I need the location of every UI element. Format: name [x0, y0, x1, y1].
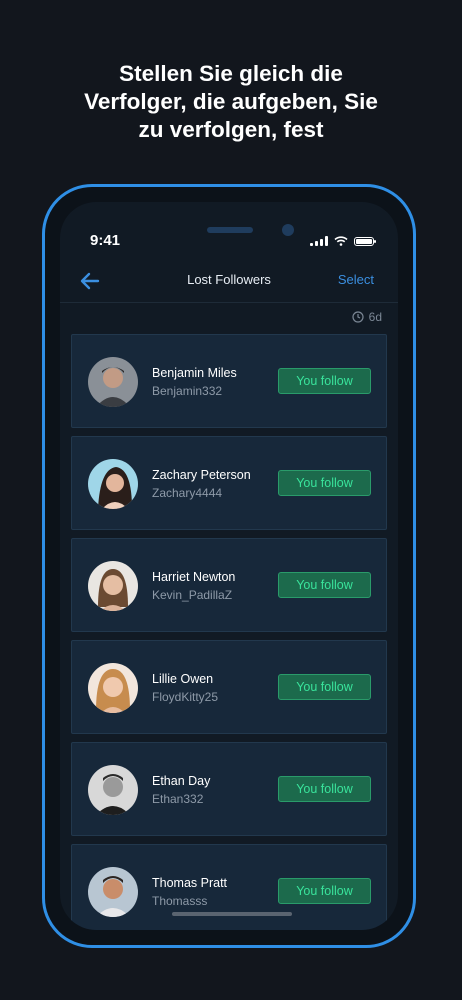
speaker-grille	[207, 227, 253, 233]
follower-handle: Benjamin332	[152, 384, 223, 398]
lost-followers-list: Benjamin Miles Benjamin332 You follow Za…	[71, 334, 387, 930]
wifi-icon	[334, 236, 348, 246]
follower-name: Zachary Peterson	[152, 468, 251, 482]
avatar	[88, 765, 138, 815]
clock-icon	[352, 311, 364, 323]
you-follow-button[interactable]: You follow	[278, 368, 371, 394]
front-camera	[282, 224, 294, 236]
you-follow-button[interactable]: You follow	[278, 572, 371, 598]
headline-line-3: zu verfolgen, fest	[138, 117, 324, 142]
list-item[interactable]: Harriet Newton Kevin_PadillaZ You follow	[71, 538, 387, 632]
battery-icon	[354, 236, 376, 246]
cellular-signal-icon	[310, 236, 328, 246]
follower-name: Lillie Owen	[152, 672, 214, 686]
time-period-filter[interactable]: 6d	[352, 310, 382, 324]
status-time: 9:41	[90, 232, 121, 249]
follower-handle: Kevin_PadillaZ	[152, 588, 233, 602]
list-item[interactable]: Lillie Owen FloydKitty25 You follow	[71, 640, 387, 734]
follower-name: Thomas Pratt	[152, 876, 228, 890]
phone-frame: 9:41 Lost Followers Select 6d Benjamin M…	[42, 184, 416, 948]
avatar	[88, 459, 138, 509]
headline-line-1: Stellen Sie gleich die	[119, 61, 343, 86]
follower-name: Benjamin Miles	[152, 366, 237, 380]
list-item[interactable]: Ethan Day Ethan332 You follow	[71, 742, 387, 836]
avatar	[88, 867, 138, 917]
follower-handle: FloydKitty25	[152, 690, 219, 704]
home-indicator[interactable]	[172, 912, 292, 916]
you-follow-button[interactable]: You follow	[278, 878, 371, 904]
you-follow-button[interactable]: You follow	[278, 674, 371, 700]
list-item[interactable]: Zachary Peterson Zachary4444 You follow	[71, 436, 387, 530]
follower-handle: Zachary4444	[152, 486, 223, 500]
you-follow-button[interactable]: You follow	[278, 776, 371, 802]
avatar	[88, 561, 138, 611]
list-item[interactable]: Benjamin Miles Benjamin332 You follow	[71, 334, 387, 428]
you-follow-button[interactable]: You follow	[278, 470, 371, 496]
follower-name: Ethan Day	[152, 774, 211, 788]
promo-headline: Stellen Sie gleich die Verfolger, die au…	[0, 60, 462, 144]
list-item[interactable]: Thomas Pratt Thomasss You follow	[71, 844, 387, 930]
status-icons	[310, 236, 376, 246]
period-label: 6d	[368, 310, 382, 324]
follower-name: Harriet Newton	[152, 570, 236, 584]
follower-handle: Thomasss	[152, 894, 208, 908]
phone-screen: 9:41 Lost Followers Select 6d Benjamin M…	[60, 202, 398, 930]
avatar	[88, 357, 138, 407]
follower-handle: Ethan332	[152, 792, 204, 806]
headline-line-2: Verfolger, die aufgeben, Sie	[84, 89, 378, 114]
avatar	[88, 663, 138, 713]
navigation-bar: Lost Followers Select	[60, 260, 398, 303]
select-button[interactable]: Select	[338, 272, 374, 287]
